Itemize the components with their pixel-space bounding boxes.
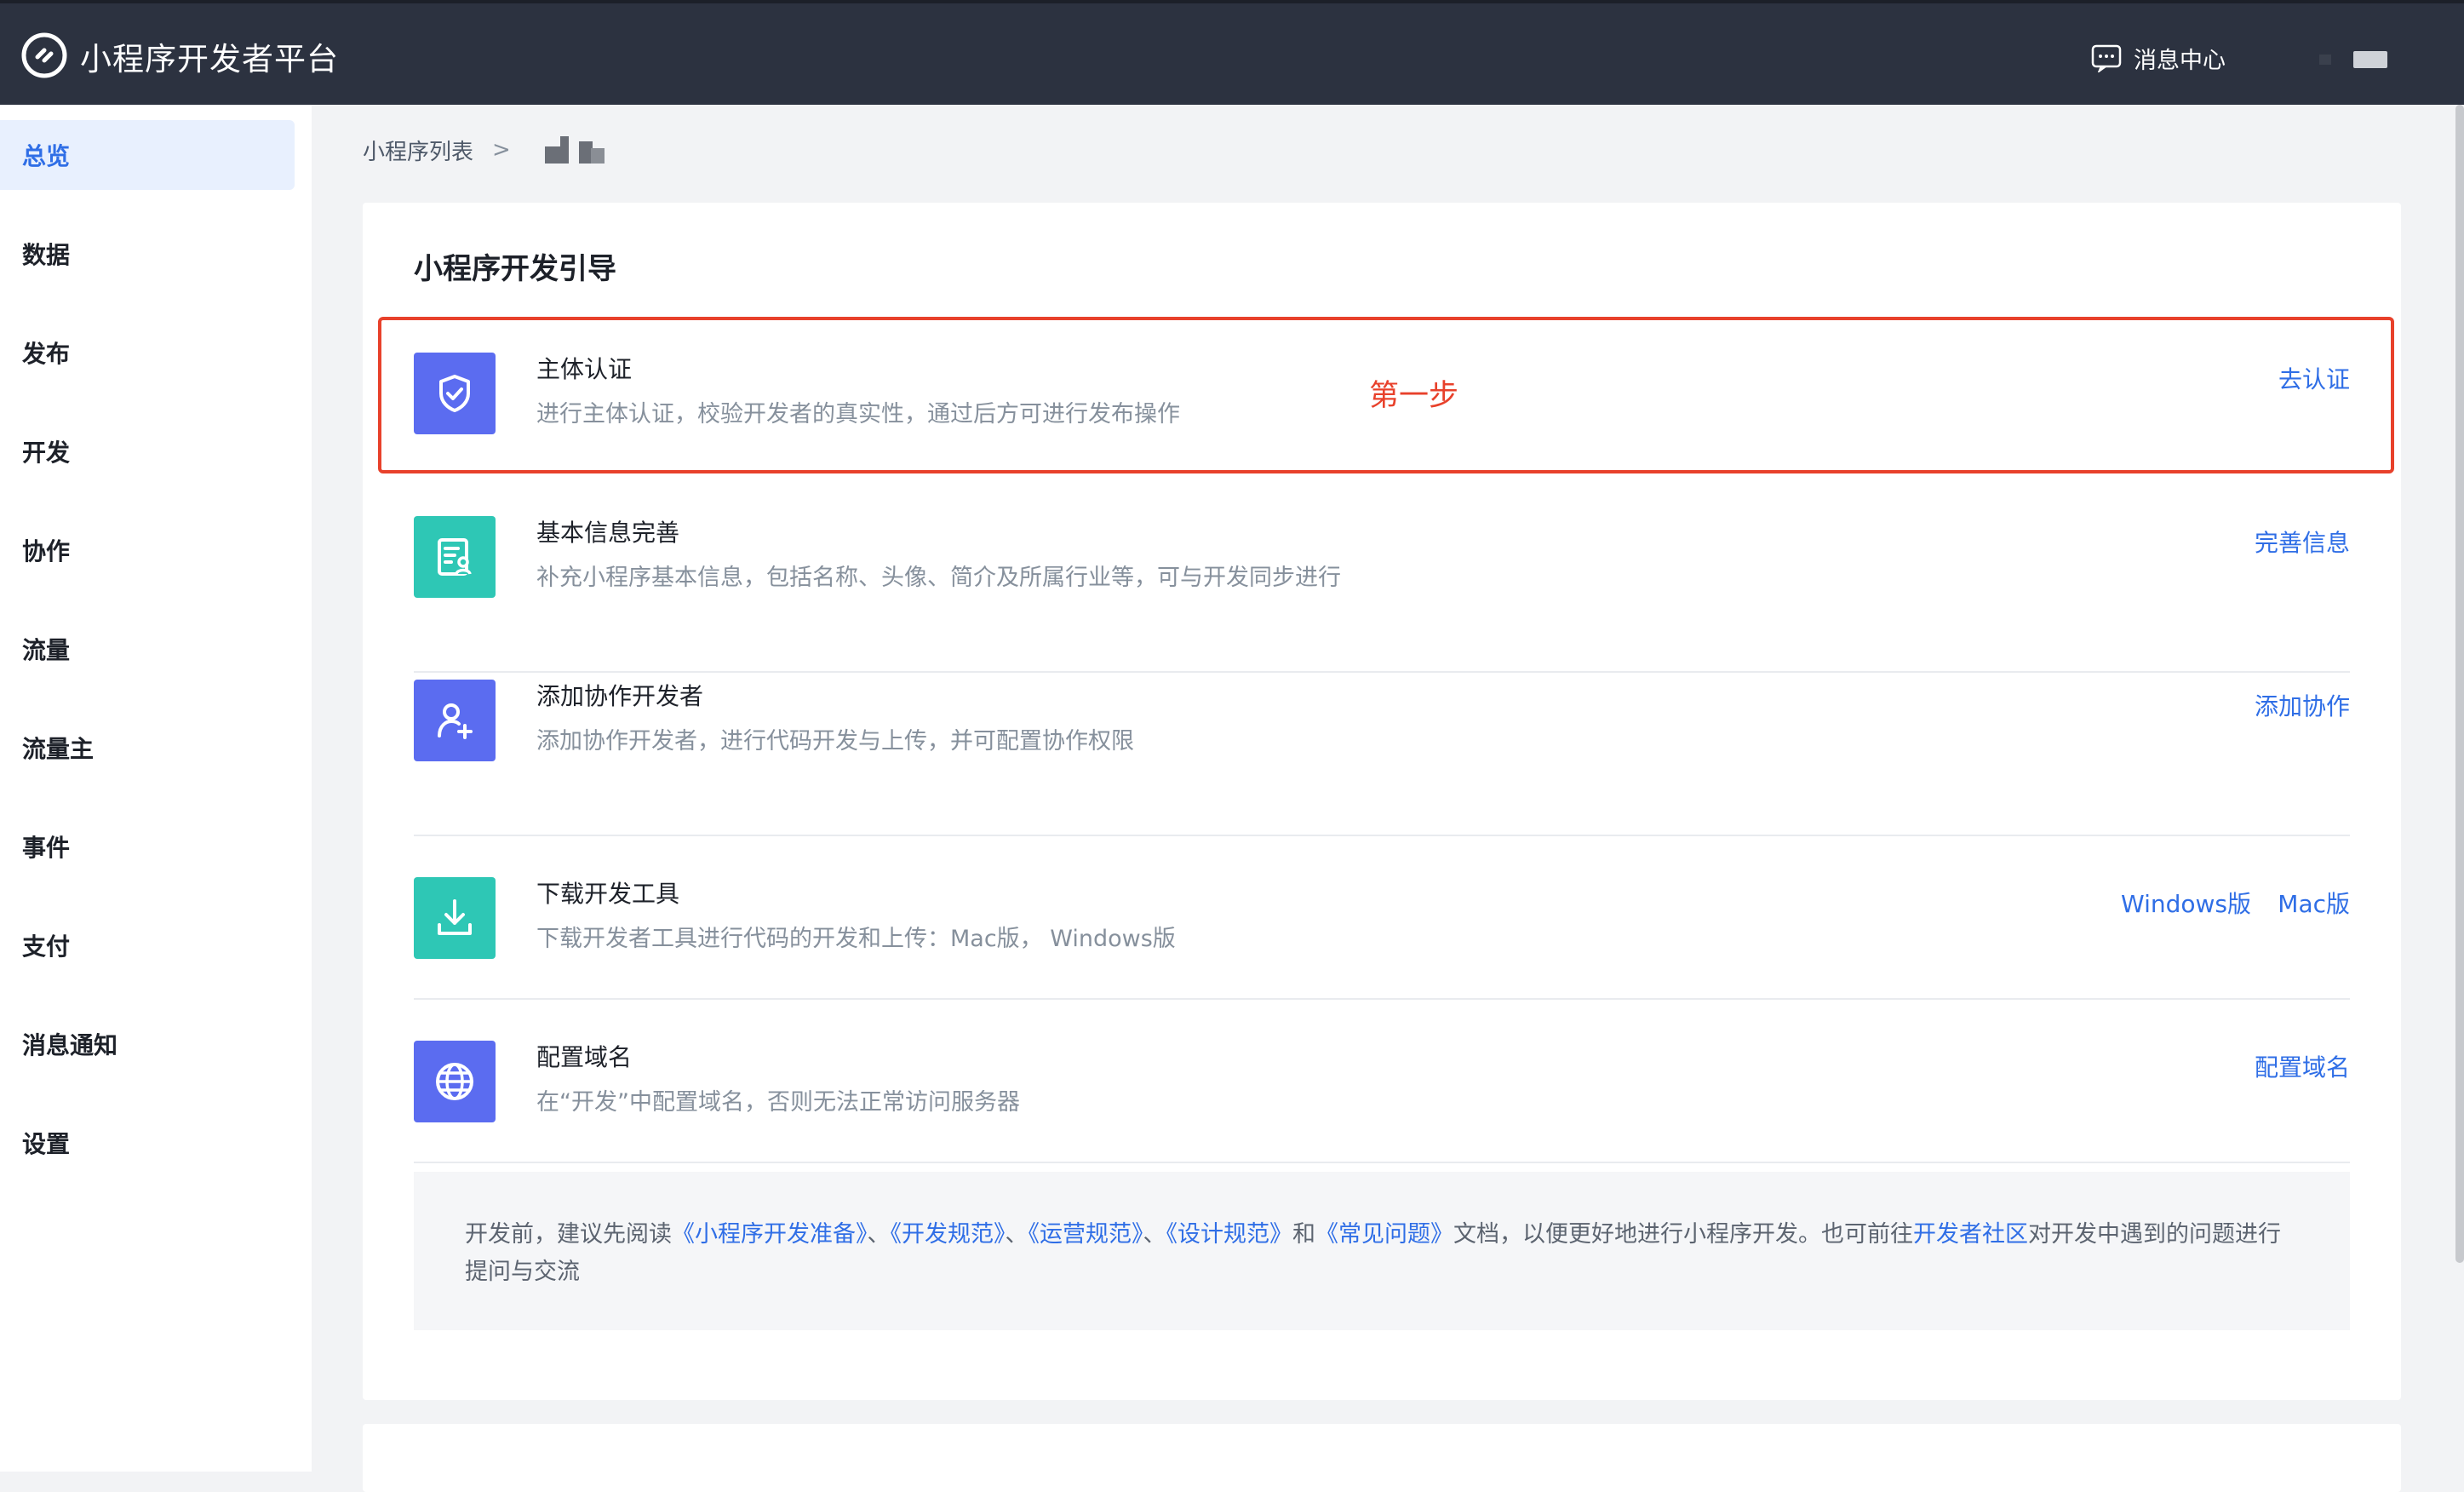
- sidebar-item-notifications[interactable]: 消息通知: [0, 1009, 295, 1079]
- sidebar-item-traffic-owner[interactable]: 流量主: [0, 713, 295, 783]
- step-row-configure-domain: 配置域名 在“开发”中配置域名，否则无法正常访问服务器 配置域名: [414, 1000, 2350, 1163]
- sidebar-item-payment[interactable]: 支付: [0, 910, 295, 980]
- sidebar: 总览 数据 发布 开发 协作 流量 流量主 事件 支付 消息通知 设置: [0, 105, 312, 1472]
- step-description: 补充小程序基本信息，包括名称、头像、简介及所属行业等，可与开发同步进行: [536, 565, 1341, 591]
- step-title: 基本信息完善: [536, 519, 680, 547]
- chevron-right-icon: >: [492, 137, 511, 163]
- doc-link-ops-spec[interactable]: 《运营规范》: [1029, 1221, 1143, 1248]
- add-user-icon: [414, 680, 496, 761]
- sidebar-item-label: 数据: [22, 241, 71, 269]
- app-title[interactable]: 小程序开发者平台: [80, 33, 339, 79]
- sidebar-item-label: 流量: [22, 636, 71, 664]
- complete-info-link[interactable]: 完善信息: [2255, 525, 2350, 559]
- developer-community-link[interactable]: 开发者社区: [1913, 1221, 2028, 1248]
- doc-link-dev-spec[interactable]: 《开发规范》: [891, 1221, 1006, 1248]
- step-row-download-tools: 下载开发工具 下载开发者工具进行代码的开发和上传：Mac版， Windows版 …: [414, 836, 2350, 1000]
- doc-link-preparation[interactable]: 《小程序开发准备》: [672, 1221, 868, 1248]
- sidebar-item-label: 开发: [22, 439, 71, 467]
- miniprogram-logo-icon[interactable]: [20, 32, 68, 79]
- doc-link-design-spec[interactable]: 《设计规范》: [1166, 1221, 1293, 1248]
- sidebar-item-traffic[interactable]: 流量: [0, 614, 295, 684]
- sidebar-item-label: 总览: [22, 142, 71, 170]
- sidebar-item-label: 支付: [22, 932, 71, 961]
- sidebar-item-label: 消息通知: [22, 1031, 118, 1059]
- avatar[interactable]: [2353, 51, 2387, 68]
- step-description: 添加协作开发者，进行代码开发与上传，并可配置协作权限: [536, 728, 1134, 755]
- download-icon: [414, 877, 496, 959]
- sidebar-item-label: 流量主: [22, 735, 95, 763]
- sidebar-item-label: 协作: [22, 537, 71, 565]
- download-mac-link[interactable]: Mac版: [2278, 886, 2350, 920]
- message-center-label: 消息中心: [2134, 47, 2226, 74]
- step-description: 下载开发者工具进行代码的开发和上传：Mac版， Windows版: [536, 926, 1176, 952]
- step-row-add-developer: 添加协作开发者 添加协作开发者，进行代码开发与上传，并可配置协作权限 添加协作: [414, 673, 2350, 836]
- step-description: 在“开发”中配置域名，否则无法正常访问服务器: [536, 1089, 1020, 1116]
- sidebar-item-label: 事件: [22, 834, 71, 862]
- notice-text: 开发前，建议先阅读: [465, 1221, 672, 1248]
- doc-link-faq[interactable]: 《常见问题》: [1315, 1221, 1453, 1248]
- breadcrumb: 小程序列表 >: [363, 133, 615, 167]
- globe-icon: [414, 1041, 496, 1122]
- step-row-basic-info: 基本信息完善 补充小程序基本信息，包括名称、头像、简介及所属行业等，可与开发同步…: [414, 482, 2350, 673]
- sidebar-item-settings[interactable]: 设置: [0, 1108, 295, 1178]
- notice-text: 文档，以便更好地进行小程序开发。也可前往: [1453, 1221, 1913, 1248]
- sidebar-item-label: 设置: [22, 1130, 71, 1158]
- secondary-card: [363, 1424, 2401, 1492]
- breadcrumb-current-app: [530, 133, 615, 167]
- step-title: 配置域名: [536, 1043, 633, 1071]
- breadcrumb-root-link[interactable]: 小程序列表: [363, 135, 473, 166]
- message-center-button[interactable]: 消息中心: [2091, 41, 2226, 75]
- profile-card-icon: [414, 516, 496, 598]
- add-collaborator-link[interactable]: 添加协作: [2255, 688, 2350, 722]
- sidebar-item-collaboration[interactable]: 协作: [0, 515, 295, 585]
- page-scrollbar[interactable]: [2455, 105, 2464, 1263]
- notice-text: 和: [1292, 1221, 1315, 1248]
- sidebar-item-develop[interactable]: 开发: [0, 416, 295, 486]
- card-title: 小程序开发引导: [414, 252, 616, 286]
- step-annotation: 第一步: [1369, 379, 1459, 413]
- top-bar: 小程序开发者平台 消息中心: [0, 0, 2464, 105]
- sidebar-item-overview[interactable]: 总览: [0, 120, 295, 190]
- user-avatar-blur: [2319, 55, 2331, 65]
- notice-text: 、: [1005, 1221, 1029, 1248]
- notice-text: 、: [867, 1221, 891, 1248]
- sidebar-item-release[interactable]: 发布: [0, 318, 295, 387]
- step-title: 下载开发工具: [536, 880, 680, 908]
- sidebar-item-events[interactable]: 事件: [0, 812, 295, 881]
- sidebar-item-data[interactable]: 数据: [0, 219, 295, 289]
- sidebar-item-label: 发布: [22, 340, 71, 368]
- notice-text: 、: [1143, 1221, 1166, 1248]
- message-icon: [2091, 44, 2122, 72]
- step-title: 添加协作开发者: [536, 682, 704, 710]
- configure-domain-link[interactable]: 配置域名: [2255, 1049, 2350, 1083]
- download-windows-link[interactable]: Windows版: [2121, 886, 2251, 920]
- reading-notice: 开发前，建议先阅读《小程序开发准备》、《开发规范》、《运营规范》、《设计规范》和…: [414, 1172, 2350, 1330]
